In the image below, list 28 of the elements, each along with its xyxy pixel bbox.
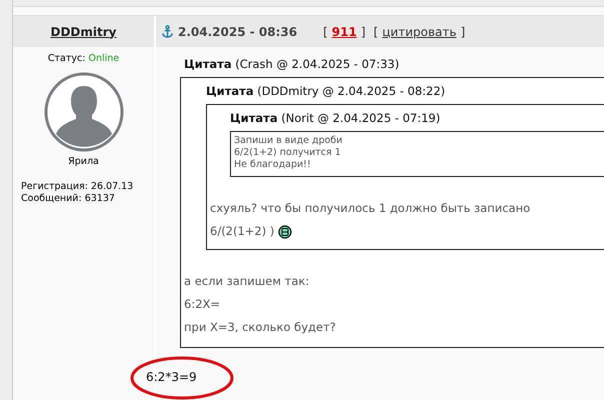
status-value: Online xyxy=(88,53,120,64)
bracket: [ xyxy=(323,24,328,38)
bracket: ] xyxy=(360,24,366,38)
quote-line: схуяль? что бы получилось 1 должно быть записано xyxy=(210,200,530,217)
post-number-link[interactable]: 911 xyxy=(332,24,357,38)
quote-line: 6:2X= xyxy=(184,296,222,313)
quote-line: при X=3, сколько будет? xyxy=(184,319,337,336)
bracket: ] xyxy=(460,24,466,38)
quote-title: Цитата (Crash @ 2.04.2025 - 07:33) xyxy=(183,57,400,73)
post-date: 2.04.2025 - 08:36 xyxy=(178,24,298,38)
quote-line: а если запишем так: xyxy=(184,273,310,290)
quote-line: 6/2(1+2) получится 1 xyxy=(234,147,342,159)
quote-line: Запиши в виде дроби xyxy=(234,135,344,147)
quote-title: Цитата (DDDmitry @ 2.04.2025 - 08:22) xyxy=(205,84,446,100)
quote-line: Не благодари!! xyxy=(234,159,312,171)
author-link[interactable]: DDDmitry xyxy=(50,24,116,38)
bracket: [ xyxy=(374,24,378,38)
avatar-icon xyxy=(44,72,124,152)
anchor-icon[interactable] xyxy=(162,25,173,38)
registration-date: Регистрация: 26.07.13 xyxy=(21,181,134,193)
quote-line: 6/(2(1+2) ) xyxy=(210,223,274,240)
quote-link[interactable]: цитировать xyxy=(382,24,456,38)
user-title: Ярила xyxy=(68,156,99,167)
message-count: Сообщений: 63137 xyxy=(21,193,116,205)
post-text: 6:2*3=9 xyxy=(146,370,197,384)
status-label: Статус: xyxy=(48,53,86,64)
quote-title: Цитата (Norit @ 2.04.2025 - 07:19) xyxy=(229,111,442,127)
smiley-icon xyxy=(278,224,292,238)
